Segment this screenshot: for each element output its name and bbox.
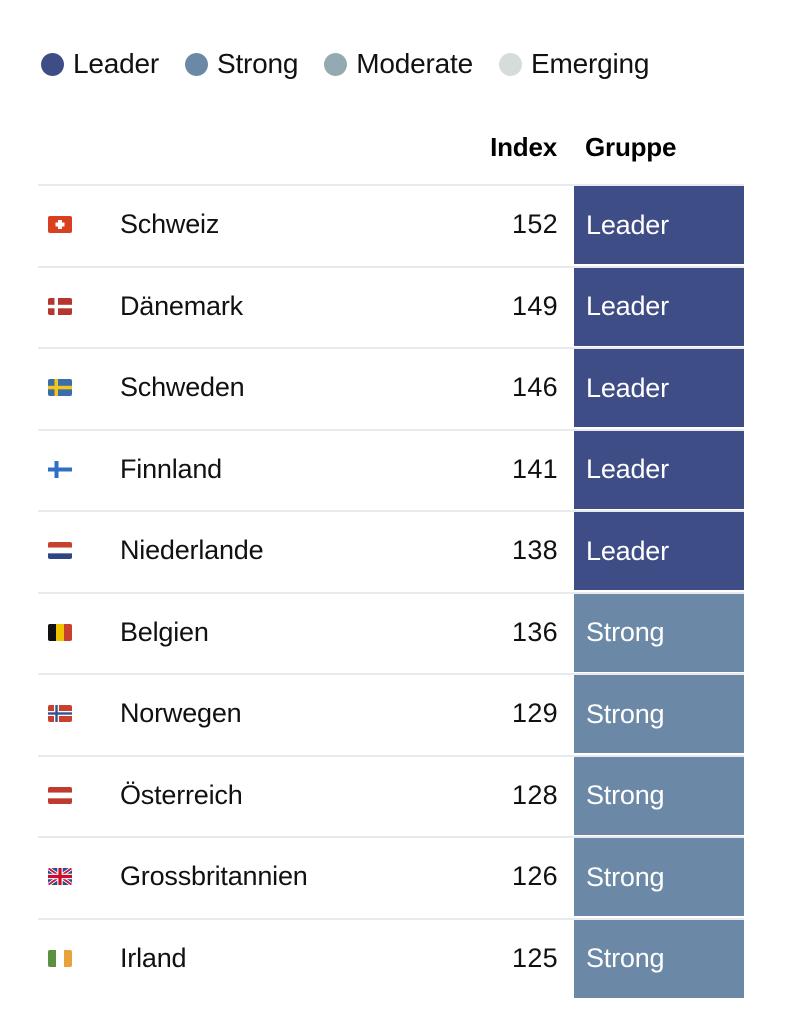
table-cell-index: 125 xyxy=(512,942,558,973)
column-header-gruppe: Gruppe xyxy=(585,132,677,162)
table-cell-flag xyxy=(48,347,78,429)
table-cell-country: Grossbritannien xyxy=(120,861,308,892)
flag-norway-icon xyxy=(48,705,72,723)
flag-netherlands-icon xyxy=(48,542,72,560)
table-cell-index: 136 xyxy=(512,616,558,647)
table-cell-country: Dänemark xyxy=(120,290,243,321)
table-cell-country: Schweiz xyxy=(120,209,220,240)
table-header-row: Index Gruppe xyxy=(0,132,805,184)
table-row[interactable]: Dänemark 149 Leader xyxy=(0,265,805,348)
table-cell-country: Belgien xyxy=(120,616,209,647)
table-cell-flag xyxy=(48,429,78,511)
table-cell-index: 129 xyxy=(512,698,558,729)
table-cell-index: 128 xyxy=(512,779,558,810)
table-cell-index: 149 xyxy=(512,290,558,321)
table-cell-flag xyxy=(48,266,78,348)
flag-belgium-icon xyxy=(48,623,72,641)
column-header-index: Index xyxy=(490,132,557,162)
table-cell-flag xyxy=(48,592,78,674)
table-row[interactable]: Schweden 146 Leader xyxy=(0,347,805,429)
table-cell-group: Strong xyxy=(574,675,744,753)
table-row[interactable]: Österreich 128 Strong xyxy=(0,754,805,837)
table-cell-country: Finnland xyxy=(120,453,222,484)
table-row[interactable]: Finnland 141 Leader xyxy=(0,428,805,511)
table-cell-flag xyxy=(48,673,78,755)
table-cell-group: Leader xyxy=(574,349,744,427)
table-cell-group: Strong xyxy=(574,593,744,672)
flag-austria-icon xyxy=(48,786,72,804)
table-cell-flag xyxy=(48,918,78,1000)
table-row[interactable]: Irland 125 Strong xyxy=(0,917,805,1000)
table-cell-group: Strong xyxy=(574,919,744,998)
legend-item-moderate: Moderate xyxy=(324,50,473,78)
ranking-table: Index Gruppe Schweiz 152 Leader Dänemark… xyxy=(0,132,805,999)
table-cell-country: Norwegen xyxy=(120,698,242,729)
table-row[interactable]: Schweiz 152 Leader xyxy=(0,184,805,266)
table-cell-index: 146 xyxy=(512,372,558,403)
table-row[interactable]: Belgien 136 Strong xyxy=(0,591,805,674)
table-cell-index: 126 xyxy=(512,861,558,892)
table-cell-group: Leader xyxy=(574,430,744,509)
table-row[interactable]: Grossbritannien 126 Strong xyxy=(0,836,805,918)
table-cell-index: 152 xyxy=(512,209,558,240)
flag-denmark-icon xyxy=(48,297,72,315)
table-cell-flag xyxy=(48,184,78,266)
legend-label: Strong xyxy=(217,48,299,79)
legend-label: Leader xyxy=(73,48,159,79)
legend-item-leader: Leader xyxy=(41,50,159,78)
table-cell-country: Niederlande xyxy=(120,535,264,566)
table-cell-index: 141 xyxy=(512,453,558,484)
legend-item-strong: Strong xyxy=(185,50,298,78)
table-cell-flag xyxy=(48,836,78,918)
flag-sweden-icon xyxy=(48,379,72,397)
legend-dot-icon xyxy=(324,52,348,76)
legend-item-emerging: Emerging xyxy=(499,50,649,78)
table-cell-group: Leader xyxy=(574,186,744,264)
legend-label: Moderate xyxy=(356,48,473,79)
legend: Leader Strong Moderate Emerging xyxy=(41,50,675,78)
table-body: Schweiz 152 Leader Dänemark 149 Leader S… xyxy=(0,184,805,999)
table-cell-index: 138 xyxy=(512,535,558,566)
table-cell-flag xyxy=(48,510,78,592)
flag-ireland-icon xyxy=(48,949,72,967)
legend-dot-icon xyxy=(41,52,64,76)
table-row[interactable]: Norwegen 129 Strong xyxy=(0,673,805,755)
table-cell-country: Schweden xyxy=(120,372,245,403)
table-cell-country: Irland xyxy=(120,942,187,973)
flag-finland-icon xyxy=(48,460,72,478)
table-cell-group: Leader xyxy=(574,512,744,590)
table-cell-country: Österreich xyxy=(120,779,243,810)
legend-dot-icon xyxy=(185,52,208,76)
flag-switzerland-icon xyxy=(48,216,72,234)
legend-dot-icon xyxy=(499,52,522,76)
table-row[interactable]: Niederlande 138 Leader xyxy=(0,510,805,592)
flag-unitedkingdom-icon xyxy=(48,868,72,886)
legend-label: Emerging xyxy=(531,48,650,79)
table-cell-group: Strong xyxy=(574,756,744,835)
table-cell-flag xyxy=(48,755,78,837)
table-cell-group: Leader xyxy=(574,267,744,346)
table-cell-group: Strong xyxy=(574,838,744,916)
